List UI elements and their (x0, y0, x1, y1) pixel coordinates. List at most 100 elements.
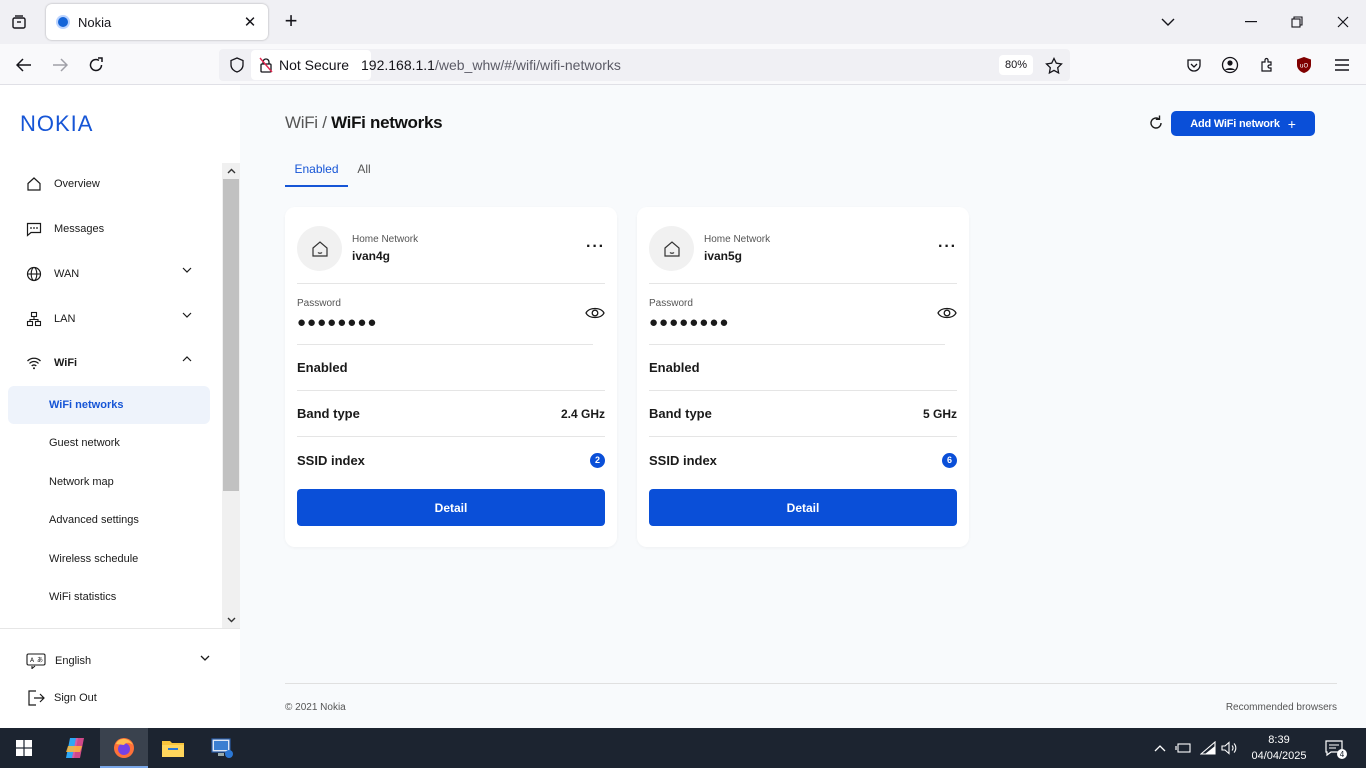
not-secure-label: Not Secure (279, 57, 350, 73)
network-name: ivan4g (352, 249, 391, 263)
status-label: Enabled (649, 360, 700, 375)
battery-icon[interactable] (1174, 740, 1192, 756)
language-selector[interactable]: Aあ English (26, 651, 216, 671)
browser-tab[interactable]: Nokia ✕ (46, 4, 268, 40)
password-label: Password (297, 298, 341, 309)
tab-all[interactable]: All (348, 161, 380, 187)
restore-icon[interactable] (1285, 10, 1309, 34)
security-indicator[interactable]: Not Secure (251, 50, 371, 80)
pocket-icon[interactable] (1183, 54, 1205, 76)
recommended-browsers-link[interactable]: Recommended browsers (1226, 702, 1337, 713)
url-bar[interactable]: Not Secure 192.168.1.1/web_whw/#/wifi/wi… (219, 49, 1070, 81)
sidebar-subitem-wifi-networks[interactable]: WiFi networks (8, 386, 210, 424)
wifi-network-card: Home Network ivan4g ··· Password ●●●●●●●… (285, 207, 617, 547)
app-menu-icon[interactable] (1331, 54, 1353, 76)
windows-start-icon[interactable] (0, 728, 48, 768)
band-value: 2.4 GHz (560, 406, 605, 421)
new-tab-button[interactable]: + (280, 10, 302, 33)
sidebar-scrollbar[interactable] (222, 163, 240, 628)
tracking-protection-icon[interactable] (227, 55, 247, 75)
remote-desktop-icon[interactable] (198, 728, 246, 768)
ublock-icon[interactable]: uO (1293, 54, 1315, 76)
network-name: ivan5g (704, 249, 743, 263)
band-value: 5 GHz (922, 406, 957, 421)
detail-button[interactable]: Detail (649, 489, 957, 526)
sidebar-item-wifi[interactable]: WiFi (8, 344, 210, 382)
footer-divider (285, 683, 1337, 684)
firefox-taskbar-icon[interactable] (100, 728, 148, 768)
status-row: Enabled (649, 345, 957, 391)
card-header: Home Network ivan4g ··· (297, 226, 605, 284)
svg-text:あ: あ (37, 657, 43, 664)
sidebar-divider (0, 628, 240, 629)
svg-text:A: A (30, 657, 35, 664)
show-hidden-icons-icon[interactable] (1151, 740, 1169, 756)
show-password-icon[interactable] (585, 306, 605, 320)
detail-button[interactable]: Detail (297, 489, 605, 526)
status-row: Enabled (297, 345, 605, 391)
sidebar-item-wan[interactable]: WAN (8, 255, 210, 293)
reload-icon[interactable] (83, 52, 109, 78)
card-header: Home Network ivan5g ··· (649, 226, 957, 284)
scrollbar-thumb[interactable] (223, 179, 239, 491)
svg-text:NOKIA: NOKIA (20, 113, 93, 133)
add-wifi-network-button[interactable]: Add WiFi network + (1171, 111, 1315, 136)
sidebar-item-label: WAN (54, 268, 80, 280)
refresh-icon[interactable] (1147, 114, 1165, 132)
url-text[interactable]: 192.168.1.1/web_whw/#/wifi/wifi-networks (361, 57, 621, 73)
url-path: /web_whw/#/wifi/wifi-networks (434, 57, 621, 73)
breadcrumb-parent[interactable]: WiFi / (285, 113, 327, 132)
sign-out-button[interactable]: Sign Out (26, 688, 97, 708)
clock-time: 8:39 (1268, 734, 1290, 746)
tab-list-icon[interactable] (8, 11, 30, 33)
scroll-up-icon[interactable] (222, 163, 240, 179)
volume-icon[interactable] (1221, 740, 1239, 756)
minimize-icon[interactable] (1239, 10, 1263, 34)
copilot-icon[interactable] (51, 728, 99, 768)
band-label: Band type (649, 406, 712, 421)
tab-enabled[interactable]: Enabled (285, 161, 348, 187)
nokia-logo[interactable]: NOKIA (20, 111, 100, 138)
sign-out-label: Sign Out (54, 692, 97, 704)
band-label: Band type (297, 406, 360, 421)
sidebar-subitem-advanced-settings[interactable]: Advanced settings (8, 501, 210, 539)
sidebar-item-messages[interactable]: Messages (8, 210, 210, 248)
list-all-tabs-icon[interactable] (1156, 10, 1180, 34)
bookmark-star-icon[interactable] (1043, 55, 1065, 77)
ssid-badge: 6 (942, 452, 957, 468)
ssid-row: SSID index 2 (297, 437, 605, 483)
svg-text:4: 4 (1340, 750, 1345, 759)
file-explorer-icon[interactable] (149, 728, 197, 768)
close-tab-icon[interactable]: ✕ (240, 12, 260, 32)
more-options-icon[interactable]: ··· (938, 238, 957, 256)
chevron-down-icon (182, 267, 192, 273)
taskbar-clock[interactable]: 8:39 04/04/2025 (1249, 732, 1309, 764)
network-type: Home Network (704, 234, 771, 245)
sidebar: NOKIA Overview Messages WAN LAN WiFi WiF… (0, 85, 240, 728)
scroll-down-icon[interactable] (222, 612, 240, 628)
zoom-indicator[interactable]: 80% (999, 55, 1033, 75)
sidebar-item-lan[interactable]: LAN (8, 300, 210, 338)
sidebar-item-overview[interactable]: Overview (8, 165, 210, 203)
forward-icon[interactable] (47, 52, 73, 78)
account-icon[interactable] (1219, 54, 1241, 76)
network-wifi-icon[interactable] (1199, 740, 1217, 756)
show-password-icon[interactable] (937, 306, 957, 320)
chevron-down-icon (200, 655, 210, 661)
sidebar-subitem-guest-network[interactable]: Guest network (8, 424, 210, 462)
password-value: ●●●●●●●● (297, 314, 378, 331)
password-label: Password (649, 298, 693, 309)
breadcrumb: WiFi / WiFi networks (285, 113, 443, 133)
extensions-icon[interactable] (1256, 54, 1278, 76)
plus-icon: + (1287, 115, 1296, 132)
message-icon (24, 219, 44, 239)
close-window-icon[interactable] (1331, 10, 1355, 34)
sidebar-subitem-network-map[interactable]: Network map (8, 463, 210, 501)
more-options-icon[interactable]: ··· (586, 238, 605, 256)
tab-title: Nokia (78, 14, 112, 30)
sidebar-subitem-wireless-schedule[interactable]: Wireless schedule (8, 540, 210, 578)
sidebar-subitem-wifi-statistics[interactable]: WiFi statistics (8, 578, 210, 616)
back-icon[interactable] (11, 52, 37, 78)
notification-center-icon[interactable]: 4 (1324, 738, 1348, 760)
wifi-icon (24, 353, 44, 373)
